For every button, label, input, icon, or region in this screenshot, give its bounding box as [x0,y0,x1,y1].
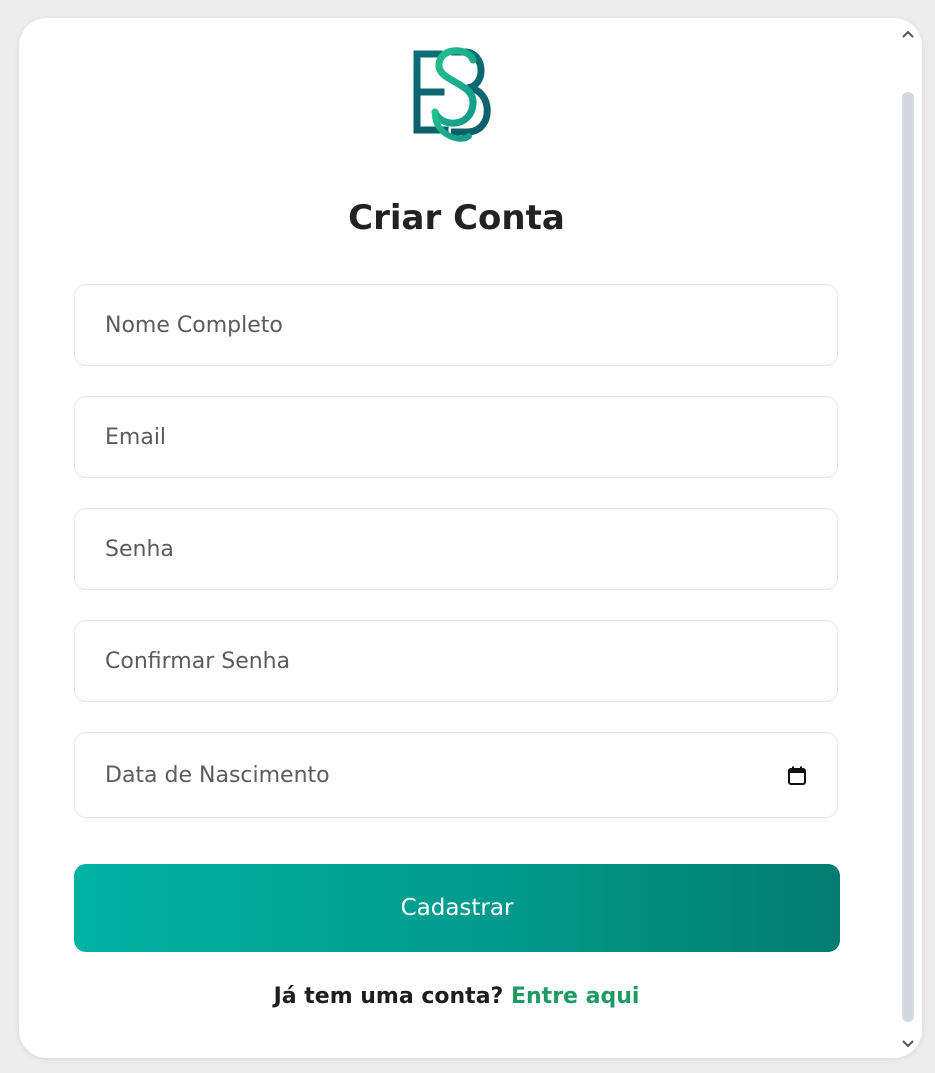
register-button[interactable]: Cadastrar [74,864,840,952]
password-input[interactable] [75,509,837,589]
birth-date-field[interactable]: Data de Nascimento [74,732,838,818]
confirm-password-input[interactable] [75,621,837,701]
login-prompt-text: Já tem uma conta? [273,984,504,1009]
login-link[interactable]: Entre aqui [511,984,639,1009]
scrollbar-thumb[interactable] [902,92,914,1022]
calendar-icon[interactable] [787,766,807,786]
password-field[interactable]: Senha [74,508,838,590]
birth-date-input[interactable] [75,733,837,817]
confirm-password-field[interactable]: Confirmar Senha [74,620,838,702]
signup-card: Criar Conta Nome Completo Email Senha Co… [19,18,922,1058]
full-name-input[interactable] [75,285,837,365]
chevron-up-icon[interactable] [900,28,916,40]
login-prompt-line: Já tem uma conta? Entre aqui [19,984,894,1009]
logo-icon [413,47,491,142]
full-name-field[interactable]: Nome Completo [74,284,838,366]
page-title: Criar Conta [348,198,565,238]
email-field[interactable]: Email [74,396,838,478]
scrollbar[interactable] [894,18,922,1058]
chevron-down-icon[interactable] [900,1038,916,1050]
email-input[interactable] [75,397,837,477]
